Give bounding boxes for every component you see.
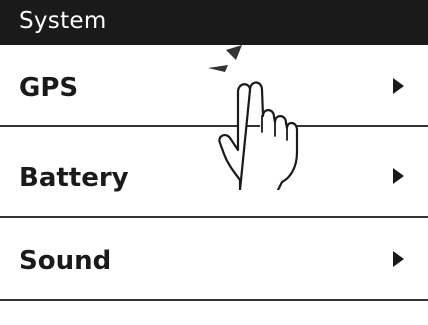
chevron-right-icon: [393, 168, 404, 184]
chevron-right-icon: [393, 78, 404, 94]
system-menu-screen: System GPS Battery Sound: [0, 0, 428, 325]
menu-item-battery[interactable]: Battery: [0, 135, 428, 218]
menu-item-gps[interactable]: GPS: [0, 45, 428, 127]
page-title: System: [19, 8, 107, 34]
title-bar: System: [0, 0, 428, 45]
menu-item-label: GPS: [19, 73, 79, 103]
menu-item-label: Sound: [19, 246, 112, 276]
chevron-right-icon: [393, 251, 404, 267]
menu-item-label: Battery: [19, 163, 129, 193]
menu-item-sound[interactable]: Sound: [0, 218, 428, 301]
menu-item-partial[interactable]: [0, 301, 428, 325]
